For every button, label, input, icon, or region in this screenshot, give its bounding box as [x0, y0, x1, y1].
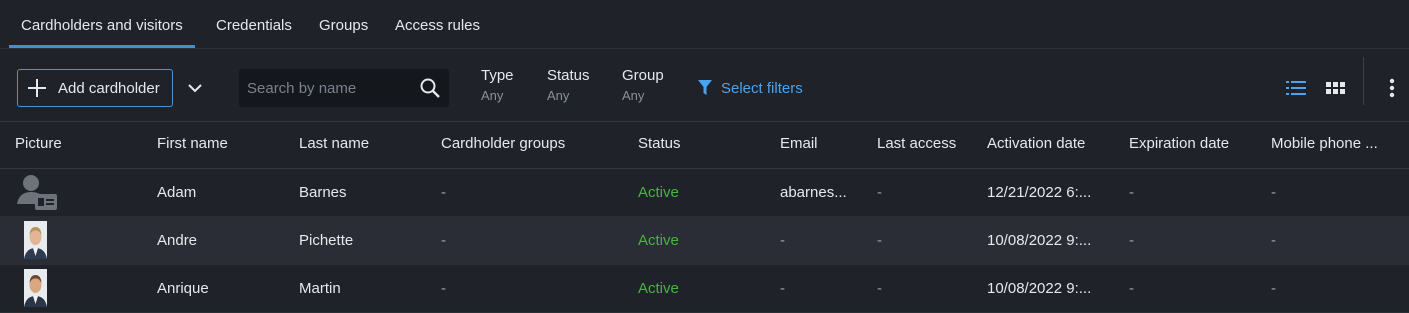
filter-type-title: Type — [481, 67, 514, 84]
cell-expiration-date: - — [1129, 232, 1134, 249]
table-row[interactable]: Andre Pichette - Active - - 10/08/2022 9… — [0, 217, 1409, 265]
cell-status: Active — [638, 232, 679, 249]
cell-mobile-phone: - — [1271, 184, 1276, 201]
filter-type-value: Any — [481, 88, 504, 103]
filter-group-value: Any — [622, 88, 645, 103]
add-cardholder-button[interactable]: Add cardholder — [17, 69, 173, 107]
tab-bar: Cardholders and visitors Credentials Gro… — [0, 0, 1409, 49]
cell-last-name: Pichette — [299, 232, 354, 249]
toolbar-divider — [1363, 57, 1364, 105]
cell-first-name: Adam — [157, 184, 197, 201]
column-header-cardholder-groups[interactable]: Cardholder groups — [441, 121, 565, 167]
cell-first-name: Andre — [157, 232, 198, 249]
plus-icon — [28, 79, 46, 97]
add-cardholder-label: Add cardholder — [58, 79, 160, 97]
toolbar: Add cardholder Type Any Status Any Group… — [0, 49, 1409, 122]
chevron-down-icon[interactable] — [184, 77, 206, 99]
column-header-status[interactable]: Status — [638, 121, 681, 167]
cell-last-access: - — [877, 232, 882, 249]
tab-access-rules[interactable]: Access rules — [395, 0, 480, 48]
filter-group[interactable]: Group Any — [622, 67, 664, 103]
filter-status-value: Any — [547, 88, 570, 103]
cell-expiration-date: - — [1129, 280, 1134, 297]
cardholder-table: Picture First name Last name Cardholder … — [0, 121, 1409, 313]
search-icon[interactable] — [419, 77, 441, 99]
cell-mobile-phone: - — [1271, 280, 1276, 297]
select-filters-label: Select filters — [721, 79, 803, 97]
cell-cardholder-groups: - — [441, 232, 446, 249]
cell-cardholder-groups: - — [441, 280, 446, 297]
column-header-last-name[interactable]: Last name — [299, 121, 369, 167]
list-view-icon[interactable] — [1286, 78, 1306, 98]
cell-activation-date: 10/08/2022 9:... — [987, 232, 1092, 249]
search-input[interactable] — [239, 69, 417, 107]
filter-status-title: Status — [547, 67, 590, 84]
cell-email: - — [780, 280, 785, 297]
column-header-picture[interactable]: Picture — [15, 121, 62, 167]
cardholder-photo — [24, 221, 47, 259]
tile-view-icon[interactable] — [1326, 78, 1346, 98]
filter-type[interactable]: Type Any — [481, 67, 514, 103]
cell-first-name: Anrique — [157, 280, 209, 297]
column-header-mobile-phone[interactable]: Mobile phone ... — [1271, 121, 1378, 167]
funnel-icon — [698, 80, 712, 95]
column-header-email[interactable]: Email — [780, 121, 818, 167]
cell-status: Active — [638, 280, 679, 297]
tab-cardholders-and-visitors[interactable]: Cardholders and visitors — [9, 0, 195, 48]
select-filters-button[interactable]: Select filters — [697, 79, 803, 97]
cardholder-photo — [24, 269, 47, 307]
table-row[interactable]: Anrique Martin - Active - - 10/08/2022 9… — [0, 265, 1409, 313]
cell-expiration-date: - — [1129, 184, 1134, 201]
column-header-expiration-date[interactable]: Expiration date — [1129, 121, 1229, 167]
filter-group-title: Group — [622, 67, 664, 84]
table-header: Picture First name Last name Cardholder … — [0, 121, 1409, 169]
search-box — [239, 69, 449, 107]
column-header-last-access[interactable]: Last access — [877, 121, 956, 167]
cell-activation-date: 12/21/2022 6:... — [987, 184, 1092, 201]
cell-activation-date: 10/08/2022 9:... — [987, 280, 1092, 297]
cell-email: abarnes... — [780, 184, 847, 201]
cell-status: Active — [638, 184, 679, 201]
tab-credentials[interactable]: Credentials — [216, 0, 292, 48]
cell-cardholder-groups: - — [441, 184, 446, 201]
filter-status[interactable]: Status Any — [547, 67, 590, 103]
cell-email: - — [780, 232, 785, 249]
cell-last-name: Martin — [299, 280, 341, 297]
cell-mobile-phone: - — [1271, 232, 1276, 249]
cell-last-access: - — [877, 184, 882, 201]
more-options-icon[interactable] — [1387, 77, 1397, 99]
cell-last-name: Barnes — [299, 184, 347, 201]
column-header-activation-date[interactable]: Activation date — [987, 121, 1085, 167]
tab-groups[interactable]: Groups — [319, 0, 368, 48]
cell-last-access: - — [877, 280, 882, 297]
table-row[interactable]: Adam Barnes - Active abarnes... - 12/21/… — [0, 169, 1409, 217]
column-header-first-name[interactable]: First name — [157, 121, 228, 167]
cardholder-placeholder-icon — [17, 175, 57, 210]
